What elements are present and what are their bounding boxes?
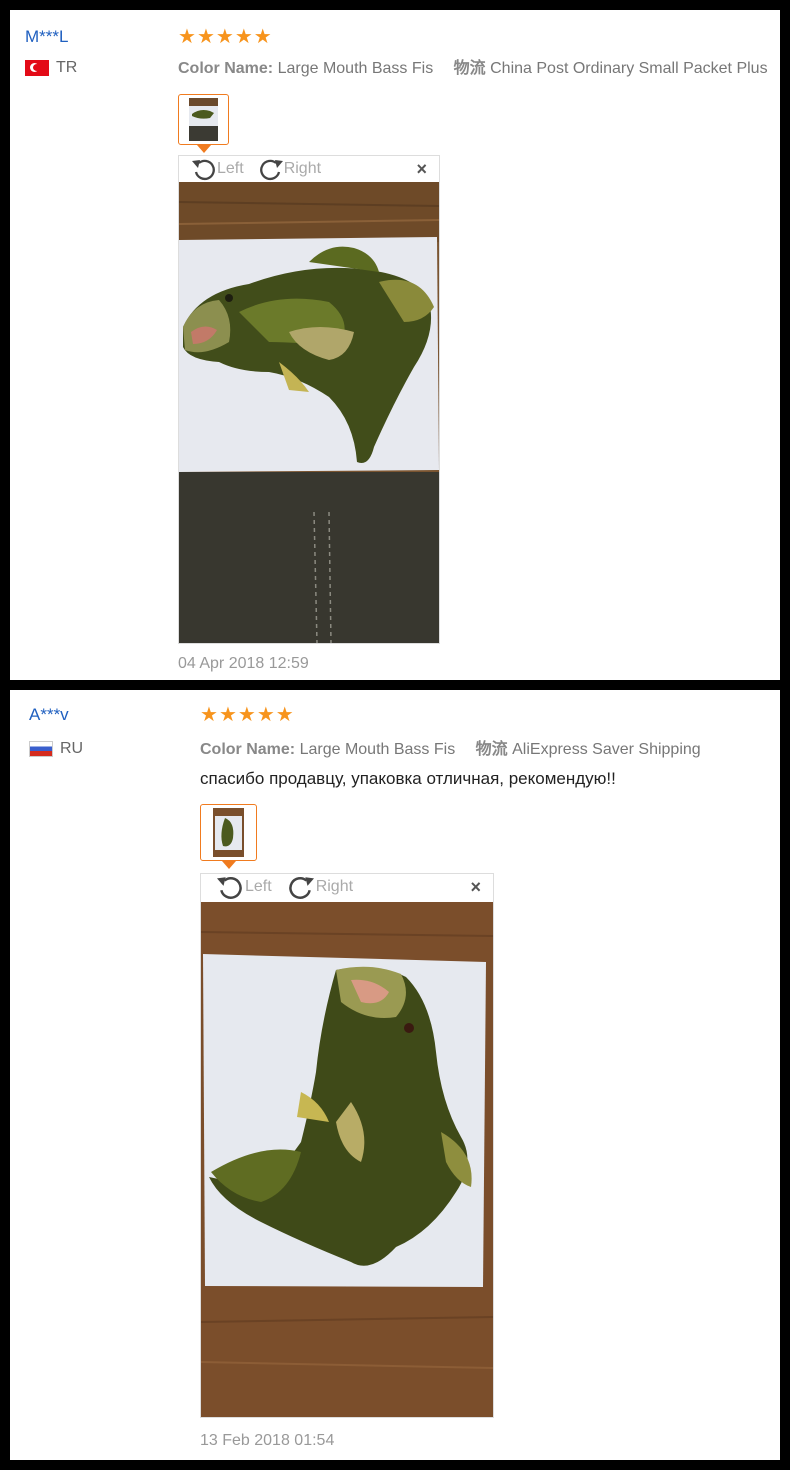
thumbnail-pointer <box>197 145 211 153</box>
shipping-label: 物流 <box>475 741 508 758</box>
shipping-value: AliExpress Saver Shipping <box>512 741 701 758</box>
star-rating: ★ ★ ★ ★ ★ <box>178 27 272 47</box>
order-info: Color Name: Large Mouth Bass Fis 物流 Chin… <box>178 54 768 78</box>
photo-thumbnail[interactable] <box>200 804 257 861</box>
rotate-left-label: Left <box>245 878 272 895</box>
reviewer-name[interactable]: A***v <box>29 705 69 725</box>
star-icon: ★ <box>196 26 215 48</box>
close-viewer-button[interactable]: × <box>416 159 427 180</box>
turkey-flag-icon <box>25 60 49 76</box>
rotate-left-button[interactable]: Left <box>215 874 272 900</box>
close-viewer-button[interactable]: × <box>470 877 481 898</box>
country-code: RU <box>60 740 84 757</box>
photo-thumbnail[interactable] <box>178 94 229 145</box>
reviewer-country: TR <box>25 59 77 77</box>
star-icon: ★ <box>237 704 256 726</box>
color-name-label: Color Name: <box>200 741 296 758</box>
star-icon: ★ <box>253 26 272 48</box>
reviewer-name[interactable]: M***L <box>25 27 68 47</box>
thumbnail-image <box>189 98 218 141</box>
rotate-right-button[interactable]: Right <box>258 157 321 181</box>
russia-flag-icon <box>29 741 53 757</box>
star-rating: ★ ★ ★ ★ ★ <box>200 705 294 725</box>
country-code: TR <box>56 59 78 76</box>
review-date: 13 Feb 2018 01:54 <box>200 1432 335 1449</box>
thumbnail-image <box>213 808 244 857</box>
color-name-label: Color Name: <box>178 60 274 77</box>
star-icon: ★ <box>275 704 294 726</box>
rotate-right-icon <box>288 877 314 899</box>
thumbnail-pointer <box>222 861 236 869</box>
rotate-left-icon <box>217 877 242 899</box>
review-card: A***v RU ★ ★ ★ ★ ★ Color Name: Large Mou… <box>10 690 780 1460</box>
image-viewer: Left Right × <box>178 155 440 644</box>
rotate-left-button[interactable]: Left <box>191 157 244 181</box>
image-viewer: Left Right × <box>200 873 494 1418</box>
reviewer-country: RU <box>29 740 83 758</box>
star-icon: ★ <box>178 26 196 48</box>
rotate-left-icon <box>192 159 215 181</box>
star-icon: ★ <box>218 704 237 726</box>
shipping-value: China Post Ordinary Small Packet Plus <box>490 60 768 77</box>
review-photo <box>179 182 439 643</box>
rotate-right-button[interactable]: Right <box>286 874 353 900</box>
order-info: Color Name: Large Mouth Bass Fis 物流 AliE… <box>200 735 701 759</box>
feedback-text: спасибо продавцу, упаковка отличная, рек… <box>200 769 616 788</box>
color-name-value: Large Mouth Bass Fis <box>299 741 456 758</box>
shipping-label: 物流 <box>453 60 486 77</box>
star-icon: ★ <box>234 26 253 48</box>
viewer-toolbar: Left Right × <box>201 874 493 900</box>
viewer-toolbar: Left Right × <box>179 156 439 182</box>
rotate-right-label: Right <box>283 160 322 177</box>
star-icon: ★ <box>215 26 234 48</box>
rotate-right-label: Right <box>315 878 354 895</box>
rotate-right-icon <box>259 159 283 181</box>
rotate-left-label: Left <box>217 160 244 177</box>
star-icon: ★ <box>200 704 218 726</box>
star-icon: ★ <box>256 704 275 726</box>
review-card: M***L TR ★ ★ ★ ★ ★ Color Name: Large Mou… <box>10 10 780 680</box>
color-name-value: Large Mouth Bass Fis <box>277 60 434 77</box>
review-date: 04 Apr 2018 12:59 <box>178 655 309 672</box>
review-photo <box>201 902 493 1417</box>
